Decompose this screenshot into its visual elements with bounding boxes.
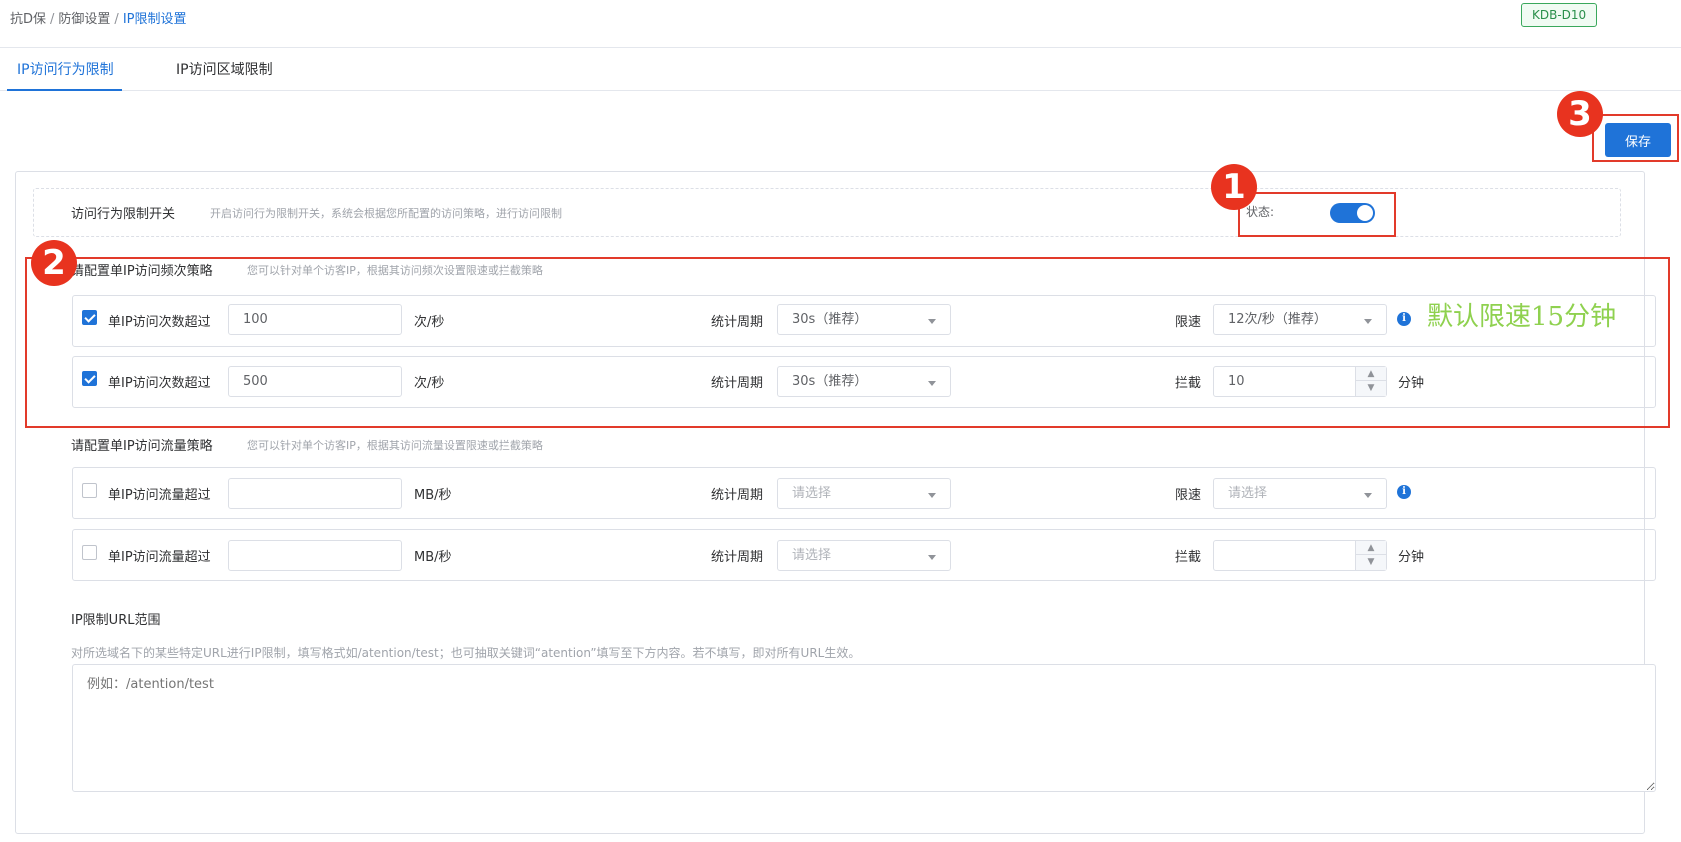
traffic-section-title: 请配置单IP访问流量策略: [71, 439, 213, 454]
breadcrumb-item-defense[interactable]: 防御设置: [58, 12, 110, 27]
switch-hint: 开启访问行为限制开关，系统会根据您所配置的访问策略，进行访问限制: [210, 207, 562, 220]
annotation-box-frequency: [25, 257, 1670, 428]
traffic-rule-2-checkbox[interactable]: [82, 545, 97, 560]
annotation-badge-2: 2: [31, 240, 77, 286]
traffic-rule-2-unit: MB/秒: [414, 550, 452, 565]
breadcrumb-item-home[interactable]: 抗D保: [10, 12, 46, 27]
annotation-box-save: [1592, 114, 1679, 162]
tab-bar: IP访问行为限制 IP访问区域限制: [0, 49, 1681, 91]
chevron-down-icon: [928, 555, 936, 560]
info-icon[interactable]: i: [1397, 485, 1411, 499]
annotation-note: 默认限速15分钟: [1427, 302, 1617, 332]
switch-title: 访问行为限制开关: [71, 207, 176, 222]
traffic-rule-1-label: 单IP访问流量超过: [108, 488, 211, 503]
traffic-rule-1-rate-select[interactable]: 请选择: [1213, 478, 1387, 509]
breadcrumb: 抗D保 / 防御设置 / IP限制设置: [10, 8, 187, 27]
traffic-rule-2-action-unit: 分钟: [1398, 550, 1425, 565]
chevron-down-icon: [928, 493, 936, 498]
annotation-badge-3: 3: [1557, 91, 1603, 137]
traffic-rule-1-period-label: 统计周期: [711, 488, 764, 503]
traffic-rule-2-period-label: 统计周期: [711, 550, 764, 565]
traffic-section-hint: 您可以针对单个访客IP，根据其访问流量设置限速或拦截策略: [247, 439, 543, 452]
instance-tag[interactable]: KDB-D10: [1521, 3, 1598, 27]
stepper-up-icon[interactable]: ▲: [1356, 541, 1386, 555]
traffic-rule-2-label: 单IP访问流量超过: [108, 550, 211, 565]
tab-ip-region-limit[interactable]: IP访问区域限制: [176, 49, 273, 91]
tab-ip-behavior-limit[interactable]: IP访问行为限制: [7, 49, 122, 91]
traffic-rule-2-action-label: 拦截: [1175, 550, 1202, 565]
traffic-rule-2-volume-input[interactable]: [228, 540, 402, 571]
traffic-rule-1-unit: MB/秒: [414, 488, 452, 503]
annotation-badge-1: 1: [1211, 164, 1257, 210]
stepper-down-icon[interactable]: ▼: [1356, 555, 1386, 569]
breadcrumb-separator: /: [50, 12, 55, 27]
breadcrumb-separator: /: [114, 12, 119, 27]
block-minutes-stepper: ▲ ▼: [1355, 541, 1386, 570]
traffic-rule-2-period-select[interactable]: 请选择: [777, 540, 951, 571]
traffic-rule-1-action-label: 限速: [1175, 488, 1202, 503]
breadcrumb-current: IP限制设置: [122, 12, 187, 27]
chevron-down-icon: [1364, 493, 1372, 498]
url-section-hint: 对所选域名下的某些特定URL进行IP限制，填写格式如/atention/test…: [71, 646, 861, 660]
url-section-title: IP限制URL范围: [71, 613, 161, 628]
url-scope-textarea[interactable]: [72, 664, 1656, 792]
traffic-rule-1-checkbox[interactable]: [82, 483, 97, 498]
traffic-rule-1-volume-input[interactable]: [228, 478, 402, 509]
annotation-box-status: [1238, 192, 1396, 237]
top-bar: 抗D保 / 防御设置 / IP限制设置 KDB-D10: [0, 0, 1681, 48]
traffic-rule-1-period-select[interactable]: 请选择: [777, 478, 951, 509]
